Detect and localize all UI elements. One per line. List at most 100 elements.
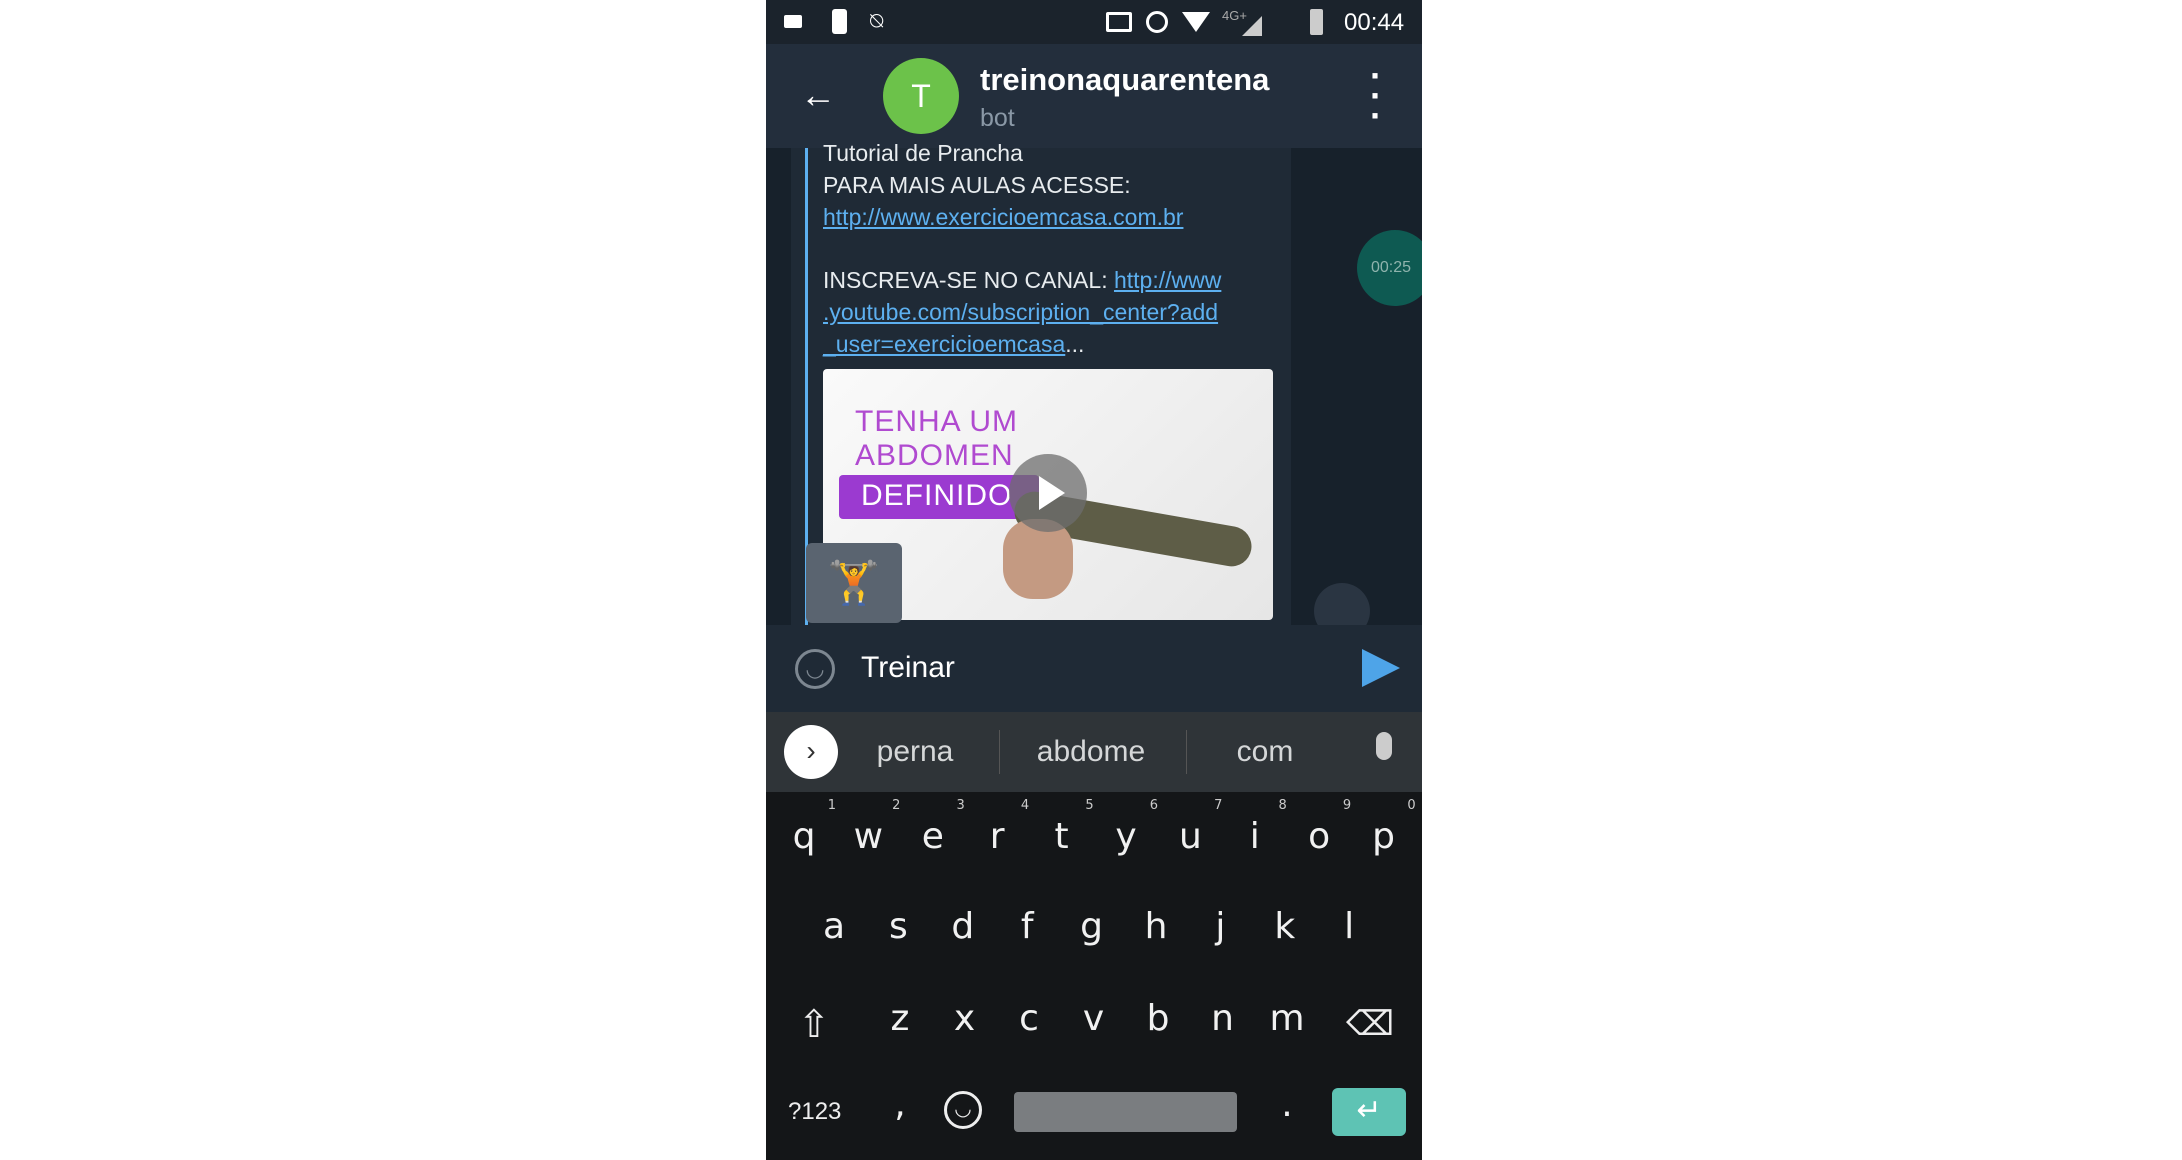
- key-label: w: [853, 816, 884, 857]
- key[interactable]: g: [1064, 906, 1120, 947]
- key[interactable]: m: [1259, 998, 1315, 1039]
- enter-key[interactable]: ↵: [1332, 1088, 1406, 1136]
- suggestion-bar: › perna abdome com: [766, 712, 1422, 792]
- key-label: v: [1082, 998, 1105, 1039]
- key-number-hint: 3: [956, 798, 965, 813]
- shift-key[interactable]: ⇧: [798, 1002, 830, 1047]
- preview-text: ABDOMEN: [855, 439, 1014, 472]
- divider: [1186, 730, 1187, 774]
- key[interactable]: z: [872, 998, 928, 1039]
- subscribe-label: INSCREVA-SE NO CANAL:: [823, 267, 1114, 293]
- key-label: r: [989, 816, 1005, 857]
- play-button[interactable]: [1009, 454, 1087, 532]
- notifications-off-icon: ⍉: [870, 8, 884, 33]
- key[interactable]: w2: [840, 798, 901, 857]
- key-label: s: [889, 906, 908, 947]
- key-label: u: [1178, 816, 1202, 857]
- youtube-link[interactable]: .youtube.com/subscription_center?add: [823, 299, 1218, 326]
- cast-icon: [1106, 12, 1132, 32]
- key-label: j: [1215, 906, 1226, 947]
- key[interactable]: l: [1321, 906, 1377, 947]
- weightlifter-emoji: 🏋: [827, 559, 881, 606]
- ellipsis: ...: [1065, 331, 1085, 357]
- chat-subtitle: bot: [980, 104, 1015, 132]
- avatar[interactable]: T: [883, 58, 959, 134]
- expand-chevron-icon[interactable]: ›: [784, 725, 838, 779]
- key[interactable]: c: [1001, 998, 1057, 1039]
- key-label: g: [1080, 906, 1104, 947]
- emoji-key[interactable]: ◡: [944, 1091, 982, 1129]
- key-label: h: [1144, 906, 1168, 947]
- suggestion-word[interactable]: abdome: [1037, 712, 1145, 792]
- chat-title[interactable]: treinonaquarentena: [980, 62, 1269, 98]
- key[interactable]: q1: [776, 798, 836, 857]
- youtube-link[interactable]: _user=exercicioemcasa: [823, 331, 1065, 357]
- back-arrow-icon[interactable]: ←: [800, 74, 836, 116]
- message-line: Tutorial de Prancha: [823, 140, 1023, 166]
- key[interactable]: t5: [1034, 798, 1094, 857]
- suggestion-word[interactable]: com: [1237, 712, 1294, 792]
- period-key[interactable]: .: [1259, 1084, 1315, 1125]
- clock: 00:44: [1344, 9, 1405, 36]
- video-timer: 00:25: [1371, 259, 1412, 276]
- key-label: k: [1274, 906, 1296, 947]
- key[interactable]: r4: [969, 798, 1029, 857]
- key[interactable]: e3: [905, 798, 965, 857]
- preview-text: TENHA UM: [855, 405, 1019, 438]
- key[interactable]: v: [1066, 998, 1122, 1039]
- key[interactable]: s: [870, 906, 926, 947]
- key-label: c: [1019, 998, 1039, 1039]
- divider: [999, 730, 1000, 774]
- message-line: PARA MAIS AULAS ACESSE:: [823, 172, 1131, 198]
- comma-key[interactable]: ,: [872, 1084, 928, 1125]
- key-label: b: [1146, 998, 1170, 1039]
- key[interactable]: y6: [1098, 798, 1158, 857]
- message-line: INSCREVA-SE NO CANAL: http://www: [823, 267, 1221, 294]
- key[interactable]: n: [1195, 998, 1251, 1039]
- key-number-hint: 8: [1278, 798, 1287, 813]
- website-link[interactable]: http://www.exercicioemcasa.com.br: [823, 204, 1183, 231]
- message-input-bar: ◡ Treinar: [766, 625, 1422, 712]
- signal-icon: [1242, 16, 1262, 36]
- key-number-hint: 1: [827, 798, 836, 813]
- key[interactable]: p0: [1356, 798, 1415, 857]
- key-number-hint: 4: [1020, 798, 1030, 813]
- key[interactable]: a: [806, 906, 862, 947]
- emoji-tile[interactable]: 🏋: [806, 543, 902, 623]
- key-number-hint: 0: [1407, 798, 1416, 813]
- symbols-key[interactable]: ?123: [788, 1098, 841, 1126]
- key-label: a: [822, 906, 846, 947]
- youtube-link[interactable]: http://www: [1114, 267, 1221, 293]
- video-timer-bubble[interactable]: 00:25: [1357, 230, 1422, 306]
- space-key[interactable]: [1014, 1092, 1237, 1132]
- key-label: q: [792, 816, 816, 857]
- key[interactable]: x: [937, 998, 993, 1039]
- key[interactable]: f: [999, 906, 1055, 947]
- key[interactable]: b: [1130, 998, 1186, 1039]
- emoji-icon[interactable]: ◡: [795, 649, 835, 689]
- suggestion-word[interactable]: perna: [877, 712, 954, 792]
- key-number-hint: 6: [1149, 798, 1158, 813]
- preview-text: DEFINIDO: [861, 479, 1013, 512]
- key-label: n: [1211, 998, 1234, 1039]
- chat-area[interactable]: Tutorial de Prancha PARA MAIS AULAS ACES…: [766, 140, 1422, 639]
- key-label: o: [1308, 816, 1331, 857]
- send-icon[interactable]: [1362, 649, 1400, 687]
- key-label: m: [1269, 998, 1305, 1039]
- more-menu-icon[interactable]: · · ·: [1366, 58, 1386, 134]
- key-label: t: [1054, 816, 1069, 857]
- key-label: p: [1372, 816, 1396, 857]
- key[interactable]: u7: [1162, 798, 1222, 857]
- key[interactable]: k: [1257, 906, 1313, 947]
- key[interactable]: o9: [1291, 798, 1351, 857]
- key[interactable]: j: [1192, 906, 1248, 947]
- microphone-icon[interactable]: [1376, 732, 1392, 760]
- message-input[interactable]: Treinar: [861, 651, 955, 685]
- key-number-hint: 2: [892, 798, 901, 813]
- key[interactable]: d: [935, 906, 991, 947]
- avatar-letter: T: [911, 78, 931, 114]
- key[interactable]: h: [1128, 906, 1184, 947]
- backspace-key[interactable]: ⌫: [1346, 1004, 1394, 1044]
- key[interactable]: i8: [1227, 798, 1287, 857]
- key-label: e: [921, 816, 944, 857]
